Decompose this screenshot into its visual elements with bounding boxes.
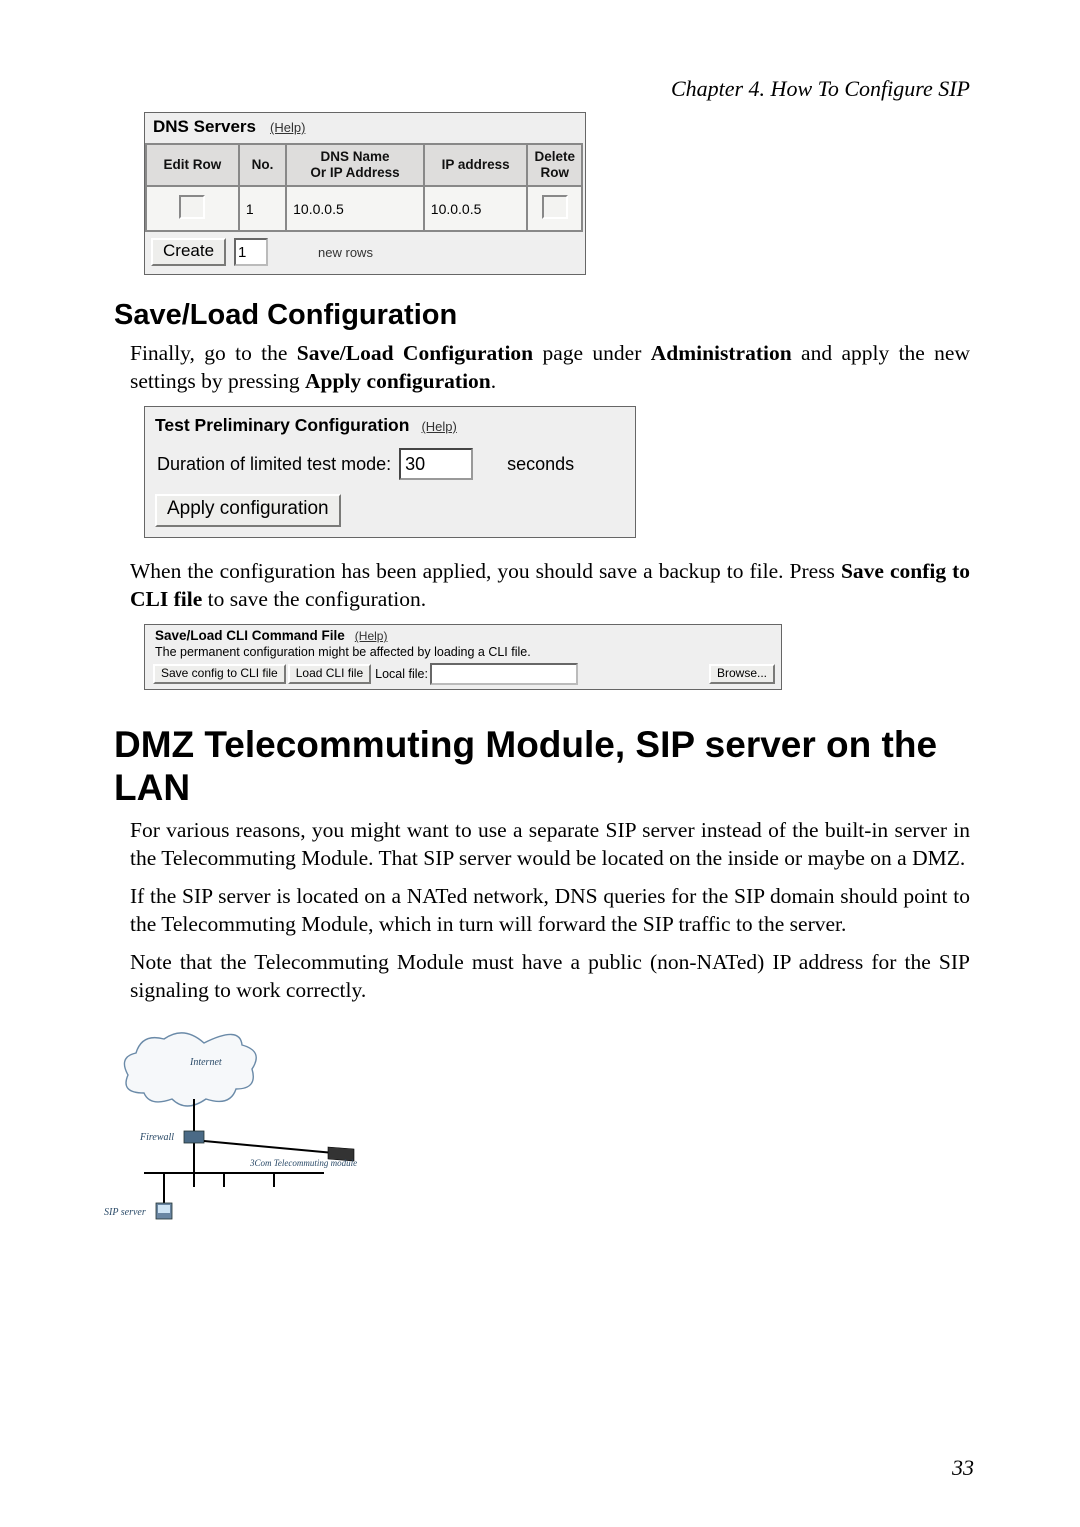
dns-table: Edit Row No. DNS Name Or IP Address IP a… — [145, 143, 583, 232]
para-1: Finally, go to the Save/Load Configurati… — [130, 340, 970, 396]
duration-label: Duration of limited test mode: — [157, 454, 391, 475]
col-edit-row: Edit Row — [146, 144, 239, 186]
diagram-internet-label: Internet — [189, 1057, 222, 1068]
local-file-label: Local file: — [375, 667, 428, 681]
col-no: No. — [239, 144, 286, 186]
col-delete: Delete Row — [527, 144, 582, 186]
browse-button[interactable]: Browse... — [709, 664, 775, 684]
apply-configuration-button[interactable]: Apply configuration — [155, 494, 341, 527]
edit-row-checkbox[interactable] — [179, 195, 205, 219]
para-5: Note that the Telecommuting Module must … — [130, 949, 970, 1005]
cli-title: Save/Load CLI Command File — [155, 628, 345, 643]
create-button[interactable]: Create — [151, 238, 226, 266]
para-3: For various reasons, you might want to u… — [130, 817, 970, 873]
diagram-sip-label: SIP server — [104, 1207, 146, 1218]
diagram-module-label: 3Com Telecommuting module — [249, 1158, 357, 1168]
create-count-input[interactable] — [234, 238, 268, 266]
test-config-panel: Test Preliminary Configuration (Help) Du… — [144, 406, 636, 538]
chapter-header: Chapter 4. How To Configure SIP — [130, 76, 970, 102]
section-dmz-heading: DMZ Telecommuting Module, SIP server on … — [114, 724, 970, 809]
local-file-input[interactable] — [430, 663, 578, 685]
new-rows-label: new rows — [318, 245, 373, 260]
section-saveload-heading: Save/Load Configuration — [114, 299, 970, 332]
help-link[interactable]: (Help) — [270, 120, 305, 135]
cli-panel: Save/Load CLI Command File (Help) The pe… — [144, 624, 782, 690]
cli-note: The permanent configuration might be aff… — [145, 644, 781, 663]
para-2: When the configuration has been applied,… — [130, 558, 970, 614]
duration-input[interactable] — [399, 448, 473, 480]
help-link[interactable]: (Help) — [421, 419, 456, 434]
cell-no: 1 — [239, 186, 286, 231]
cell-ip: 10.0.0.5 — [424, 186, 528, 231]
dns-servers-panel: DNS Servers (Help) Edit Row No. DNS Name… — [144, 112, 586, 275]
test-title: Test Preliminary Configuration — [155, 415, 409, 436]
diagram-firewall-label: Firewall — [139, 1132, 174, 1143]
network-diagram: Internet Firewall 3Com Telecommuting mod… — [104, 1023, 484, 1233]
col-dns-name: DNS Name Or IP Address — [286, 144, 424, 186]
delete-row-checkbox[interactable] — [542, 195, 568, 219]
para-4: If the SIP server is located on a NATed … — [130, 883, 970, 939]
help-link[interactable]: (Help) — [355, 629, 388, 643]
cell-dns-name: 10.0.0.5 — [286, 186, 424, 231]
load-cli-file-button[interactable]: Load CLI file — [288, 664, 371, 684]
col-ip: IP address — [424, 144, 528, 186]
table-row: 1 10.0.0.5 10.0.0.5 — [146, 186, 582, 231]
dns-title: DNS Servers — [153, 117, 256, 137]
save-config-cli-button[interactable]: Save config to CLI file — [153, 664, 286, 684]
seconds-label: seconds — [507, 454, 574, 475]
page-number: 33 — [952, 1455, 974, 1481]
